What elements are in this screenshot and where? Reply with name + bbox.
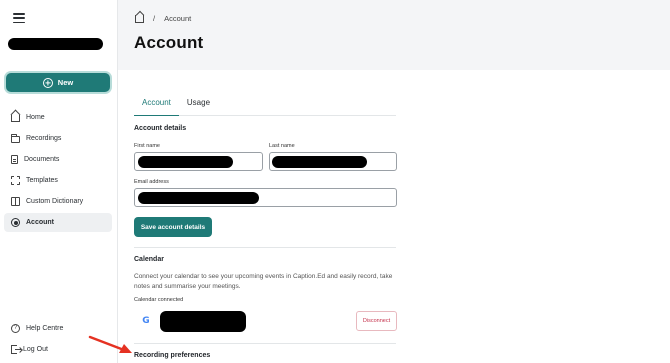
breadcrumb-separator: / [153, 13, 156, 23]
first-name-field[interactable] [134, 152, 263, 171]
page-title: Account [134, 33, 204, 52]
home-icon[interactable] [135, 15, 144, 23]
page-header: / Account Account [118, 0, 670, 70]
account-icon [11, 218, 20, 227]
sidebar-nav: Home Recordings Documents Templates Cust… [4, 108, 112, 234]
redacted-email [138, 192, 259, 204]
redacted-last-name [272, 156, 367, 168]
folder-icon [11, 133, 20, 143]
tab-usage[interactable]: Usage [179, 97, 218, 116]
save-account-details-button[interactable]: Save account details [134, 217, 212, 237]
disconnect-button[interactable]: Disconnect [356, 311, 397, 331]
sidebar-item-documents[interactable]: Documents [4, 150, 112, 169]
home-icon [11, 115, 20, 122]
calendar-description: Connect your calendar to see your upcomi… [134, 273, 393, 290]
logout-icon [11, 345, 21, 354]
new-button[interactable]: New [6, 73, 110, 92]
google-icon: G [142, 316, 150, 326]
redacted-workspace-name [8, 38, 103, 50]
sidebar-item-label: Recordings [26, 135, 62, 142]
plus-circle-icon [42, 77, 53, 88]
email-label: Email address [134, 179, 169, 185]
sidebar-item-label: Templates [26, 177, 58, 184]
template-icon [11, 176, 20, 185]
sidebar-item-label: Home [26, 114, 45, 121]
sidebar-item-label: Help Centre [26, 325, 64, 332]
account-tabs: Account Usage [134, 97, 396, 116]
book-icon [11, 197, 20, 206]
calendar-title: Calendar [134, 256, 164, 263]
hamburger-menu-icon[interactable] [13, 13, 25, 23]
sidebar-item-home[interactable]: Home [4, 108, 112, 127]
divider [134, 247, 396, 248]
breadcrumb-current: Account [164, 13, 192, 23]
breadcrumb: / Account [135, 13, 191, 23]
new-button-label: New [57, 78, 74, 87]
sidebar-item-recordings[interactable]: Recordings [4, 129, 112, 148]
sidebar-item-custom-dictionary[interactable]: Custom Dictionary [4, 192, 112, 211]
last-name-label: Last name [269, 143, 295, 149]
email-field[interactable] [134, 188, 397, 207]
sidebar-item-templates[interactable]: Templates [4, 171, 112, 190]
sidebar-item-label: Custom Dictionary [26, 198, 84, 205]
red-arrow-annotation [88, 335, 132, 353]
divider [134, 343, 396, 344]
account-details-title: Account details [134, 125, 187, 132]
first-name-label: First name [134, 143, 160, 149]
redacted-first-name [138, 156, 233, 168]
last-name-field[interactable] [269, 152, 397, 171]
sidebar-item-label: Account [26, 219, 54, 226]
sidebar: New Home Recordings Documents Templates … [0, 0, 118, 363]
recording-preferences-title: Recording preferences [134, 352, 211, 359]
sidebar-item-account[interactable]: Account [4, 213, 112, 232]
sidebar-item-label: Log Out [23, 346, 48, 353]
sidebar-item-label: Documents [24, 156, 60, 163]
document-icon [11, 155, 18, 164]
redacted-calendar-account [160, 311, 246, 332]
help-icon: ? [11, 324, 20, 333]
tab-account[interactable]: Account [134, 97, 179, 116]
calendar-connected-label: Calendar connected [134, 297, 184, 303]
